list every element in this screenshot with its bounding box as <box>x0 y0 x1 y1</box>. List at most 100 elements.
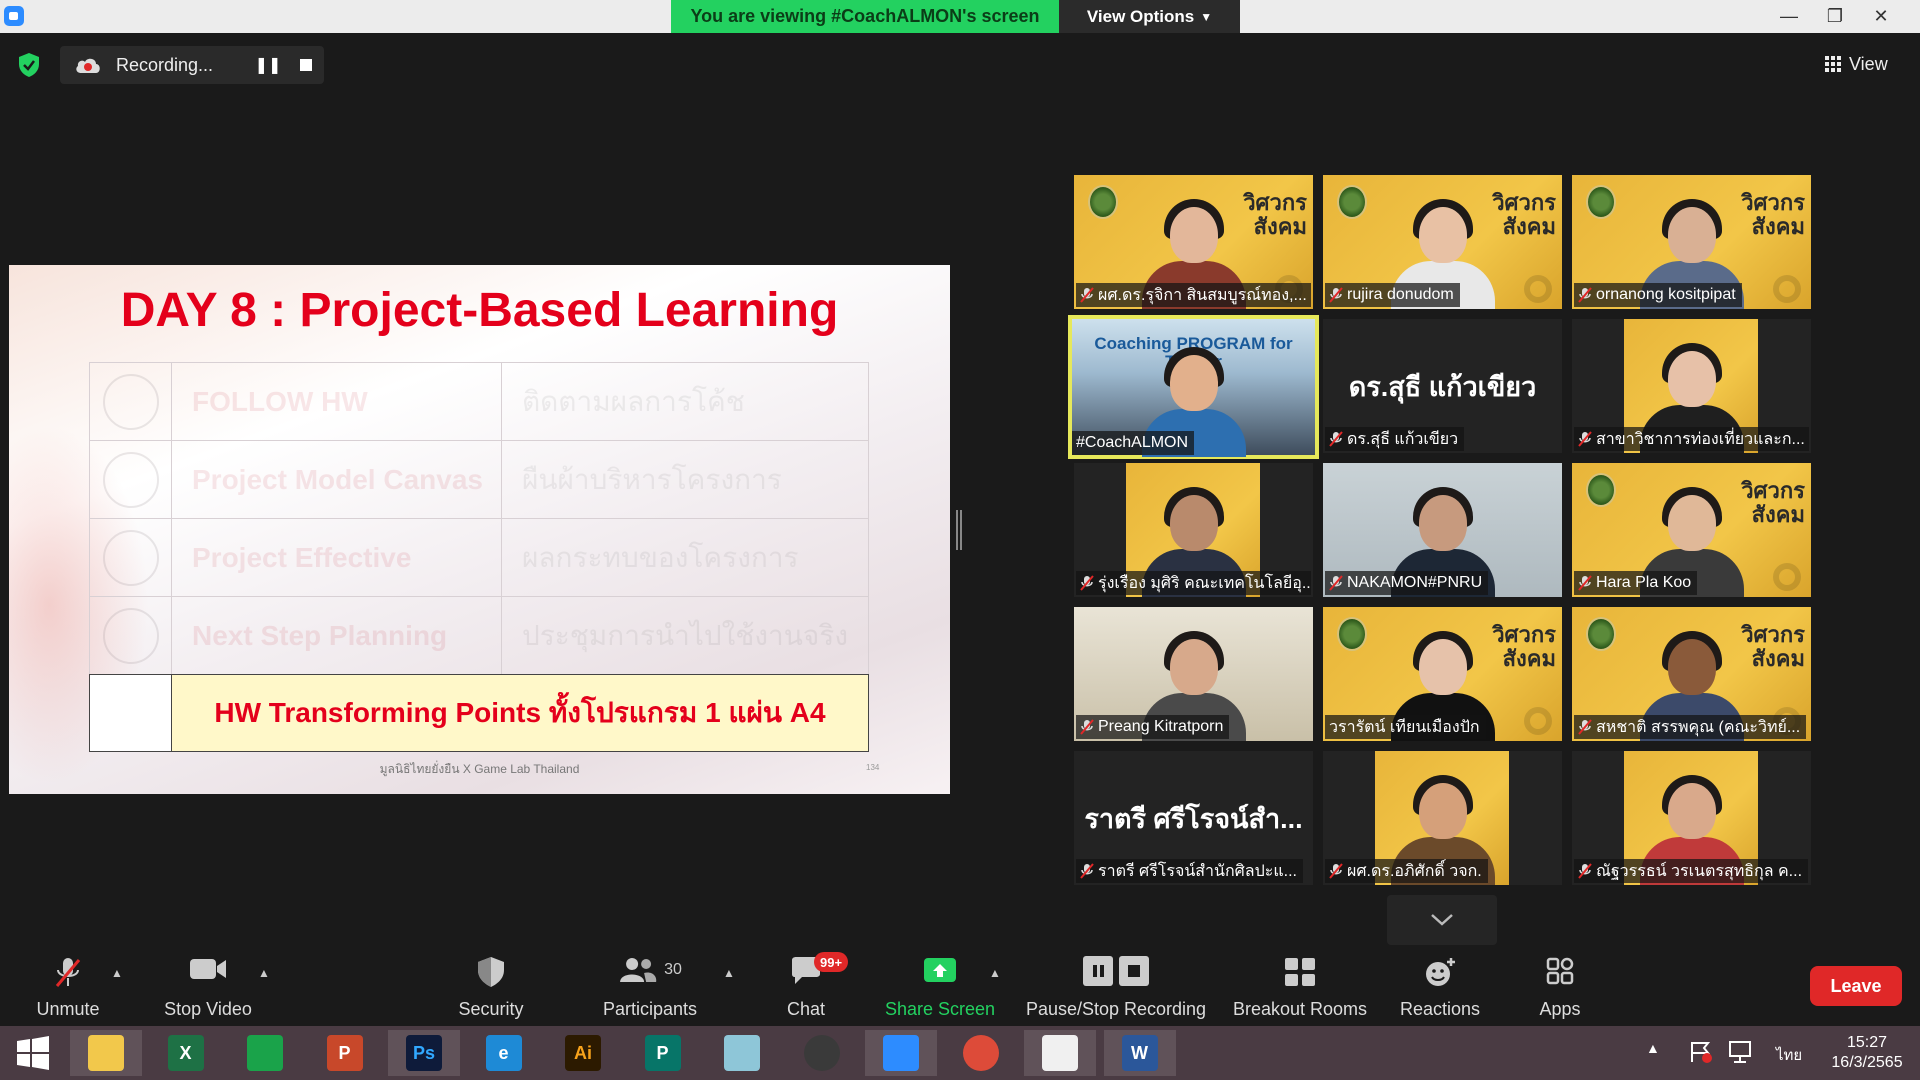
participant-tile[interactable]: Preang Kitratporn <box>1074 607 1313 741</box>
participant-tile[interactable]: วิศวกร สังคม Hara Pla Koo <box>1572 463 1811 597</box>
participants-options-caret[interactable]: ▲ <box>723 966 735 980</box>
network-icon[interactable] <box>1728 1040 1754 1064</box>
participant-tile[interactable]: วิศวกร สังคม ผศ.ดร.รุจิกา สินสมบูรณ์ทอง,.… <box>1074 175 1313 309</box>
view-options-button[interactable]: View Options ▼ <box>1059 0 1240 33</box>
clock-time: 15:27 <box>1846 1034 1888 1051</box>
shield-check-icon[interactable] <box>18 52 40 78</box>
recording-label: Recording... <box>116 54 214 75</box>
participants-icon-group: 30 <box>618 956 682 984</box>
paint-app[interactable] <box>1024 1030 1096 1076</box>
breakout-rooms-icon <box>1285 958 1315 986</box>
tray-expand-icon[interactable]: ▲ <box>1646 1040 1660 1056</box>
store-app[interactable] <box>229 1030 301 1076</box>
share-options-caret[interactable]: ▲ <box>989 966 1001 980</box>
participant-name-label: Hara Pla Koo <box>1574 571 1698 595</box>
word-app[interactable]: W <box>1103 1030 1176 1076</box>
chevron-down-icon <box>1431 914 1453 926</box>
participant-name-label: สาขาวิชาการท่องเที่ยวและก... <box>1574 427 1809 451</box>
participant-tile[interactable]: ดร.สุธี แก้วเขียว ดร.สุธี แก้วเขียว <box>1323 319 1562 453</box>
participant-tile[interactable]: วิศวกร สังคม วรารัตน์ เทียนเมืองปัก <box>1323 607 1562 741</box>
ie-app[interactable]: e <box>468 1030 540 1076</box>
grid-icon <box>1825 56 1841 72</box>
restore-button[interactable]: ❐ <box>1812 0 1858 33</box>
muted-mic-icon <box>1578 431 1592 447</box>
minimize-button[interactable]: — <box>1766 0 1812 33</box>
reactions-label: Reactions <box>1399 999 1481 1019</box>
pause-recording-button[interactable]: ❚❚ <box>252 46 284 84</box>
start-button[interactable] <box>0 1030 66 1076</box>
view-layout-button[interactable]: View <box>1825 48 1888 80</box>
participants-button[interactable]: 30 Participants <box>595 946 705 1026</box>
muted-mic-icon <box>1080 287 1094 303</box>
split-drag-handle[interactable] <box>956 510 962 550</box>
muted-mic-icon <box>55 958 81 987</box>
participant-tile[interactable]: วิศวกร สังคม rujira donudom <box>1323 175 1562 309</box>
participant-name-label: ผศ.ดร.รุจิกา สินสมบูรณ์ทอง,... <box>1076 283 1311 307</box>
participant-tile[interactable]: NAKAMON#PNRU <box>1323 463 1562 597</box>
close-button[interactable]: ✕ <box>1858 0 1904 33</box>
pause-stop-label: Pause/Stop Recording <box>1025 999 1207 1019</box>
muted-mic-icon <box>1329 287 1343 303</box>
slide-page-number: 134 <box>866 763 880 772</box>
share-screen-icon <box>924 958 956 982</box>
homework-row: HW Transforming Points ทั้งโปรแกรม 1 แผ่… <box>89 674 869 752</box>
agenda-en: FOLLOW HW <box>171 362 502 441</box>
security-button[interactable]: Security <box>451 946 531 1026</box>
explorer-app[interactable] <box>70 1030 142 1076</box>
participant-name-label: ornanong kositpipat <box>1574 283 1742 307</box>
muted-mic-icon <box>1578 287 1592 303</box>
participant-tile[interactable]: วิศวกร สังคม ornanong kositpipat <box>1572 175 1811 309</box>
share-screen-button[interactable]: Share Screen <box>883 946 997 1026</box>
powerpoint-app[interactable]: P <box>309 1030 381 1076</box>
shared-screen[interactable]: DAY 8 : Project-Based Learning FOLLOW HW… <box>9 265 950 794</box>
gallery-next-page-button[interactable] <box>1387 895 1497 945</box>
gear-icon <box>1773 275 1801 303</box>
publisher-app[interactable]: P <box>627 1030 699 1076</box>
participant-name-label: วรารัตน์ เทียนเมืองปัก <box>1325 715 1486 739</box>
photoscape-app[interactable] <box>786 1030 858 1076</box>
action-center-flag-icon[interactable] <box>1688 1040 1714 1064</box>
university-seal-icon <box>1586 185 1616 219</box>
leave-meeting-button[interactable]: Leave <box>1810 966 1902 1006</box>
audio-options-caret[interactable]: ▲ <box>111 966 123 980</box>
participant-tile[interactable]: รุ่งเรือง มุศิริ คณะเทคโนโลยีอุ... <box>1074 463 1313 597</box>
reactions-button[interactable]: Reactions <box>1394 946 1486 1026</box>
input-language-indicator[interactable]: ไทย <box>1776 1043 1802 1067</box>
participant-tile[interactable]: Coaching PROGRAM for Trainer#CoachALMON <box>1068 315 1319 459</box>
participant-tile[interactable]: สาขาวิชาการท่องเที่ยวและก... <box>1572 319 1811 453</box>
agenda-en: Project Model Canvas <box>171 440 502 519</box>
agenda-icon-cell <box>89 440 172 519</box>
notepad-icon <box>724 1035 760 1071</box>
photoshop-app[interactable]: Ps <box>388 1030 460 1076</box>
stop-recording-button[interactable] <box>290 46 322 84</box>
zoom-app-icon <box>4 6 24 26</box>
recording-indicator: Recording... ❚❚ <box>60 46 324 84</box>
breakout-rooms-button[interactable]: Breakout Rooms <box>1230 946 1370 1026</box>
pause-stop-recording-button[interactable]: Pause/Stop Recording <box>1025 946 1207 1026</box>
agenda-en: Next Step Planning <box>171 596 502 675</box>
illustrator-app[interactable]: Ai <box>547 1030 619 1076</box>
chrome-app[interactable] <box>945 1030 1017 1076</box>
word-icon: W <box>1121 1035 1158 1071</box>
taskbar-clock[interactable]: 15:27 16/3/2565 <box>1826 1033 1908 1073</box>
participants-count: 30 <box>664 961 682 978</box>
participant-name-label: Preang Kitratporn <box>1076 715 1230 739</box>
unmute-button[interactable]: Unmute <box>28 946 108 1026</box>
slide-agenda-table: FOLLOW HW ติดตามผลการโค้ช Project Model C… <box>89 362 870 675</box>
security-shield-icon <box>478 957 504 987</box>
clock-icon <box>102 607 159 664</box>
participant-tile[interactable]: ผศ.ดร.อภิศักดิ์ วจก. <box>1323 751 1562 885</box>
participant-display-name: ดร.สุธี แก้วเขียว <box>1348 372 1537 402</box>
participant-name: #CoachALMON <box>1076 434 1189 451</box>
video-options-caret[interactable]: ▲ <box>258 966 270 980</box>
apps-button[interactable]: Apps <box>1532 946 1588 1026</box>
participant-name-label: สหชาติ สรรพคุณ (คณะวิทย์... <box>1574 715 1807 739</box>
stop-video-button[interactable]: Stop Video <box>160 946 256 1026</box>
participant-tile[interactable]: ณัฐวรรธน์ วรเนตรสุทธิกุล ค... <box>1572 751 1811 885</box>
participant-tile[interactable]: วิศวกร สังคม สหชาติ สรรพคุณ (คณะวิทย์... <box>1572 607 1811 741</box>
notepad-app[interactable] <box>706 1030 778 1076</box>
zoom-app[interactable] <box>865 1030 937 1076</box>
clock-date: 16/3/2565 <box>1831 1054 1903 1071</box>
excel-app[interactable]: X <box>150 1030 222 1076</box>
participant-tile[interactable]: ราตรี ศรีโรจน์สำ... ราตรี ศรีโรจน์สำนักศิ… <box>1074 751 1313 885</box>
